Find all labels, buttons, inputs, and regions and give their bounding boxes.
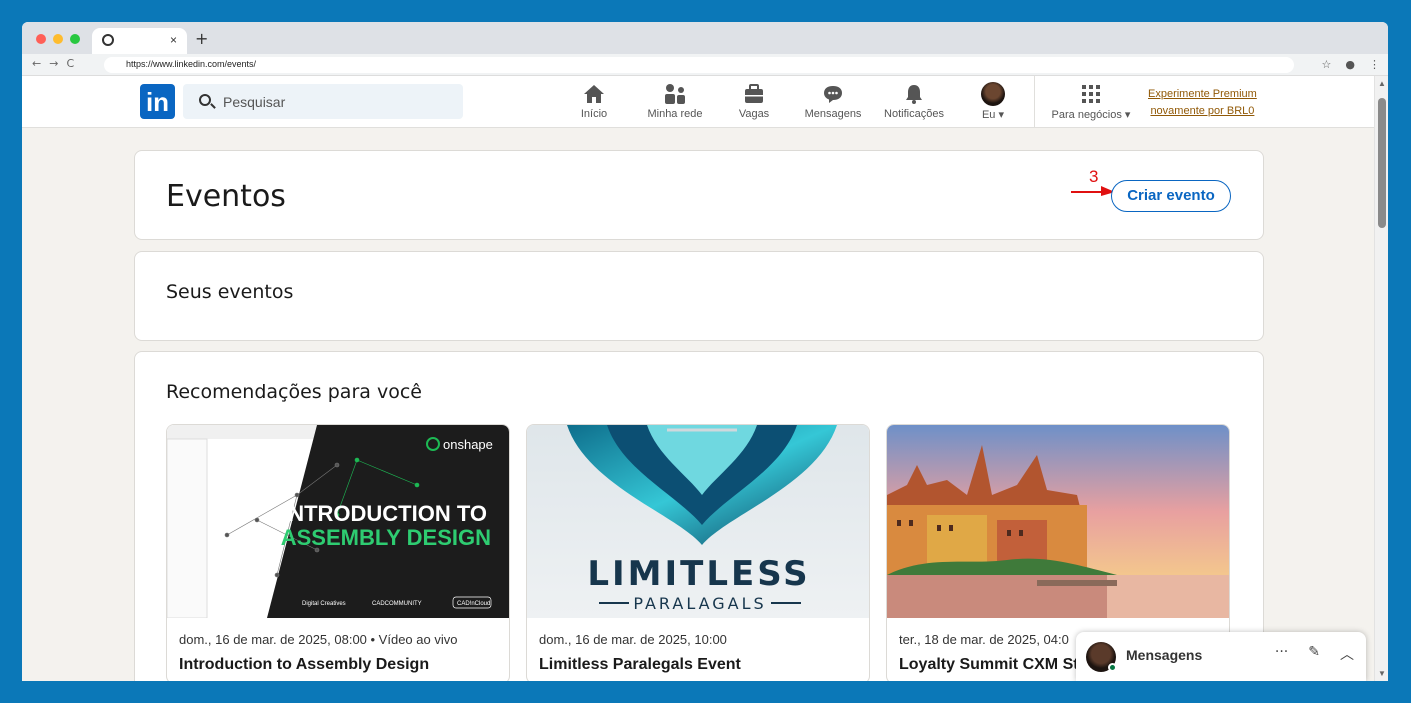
create-event-button[interactable]: Criar evento — [1111, 180, 1231, 212]
browser-actions: ☆ ● ⋮ — [1322, 58, 1380, 71]
briefcase-icon — [732, 82, 776, 106]
event-image-title-1: LIMITLESS — [587, 554, 810, 594]
scrollbar-thumb[interactable] — [1378, 98, 1386, 228]
scroll-up-icon[interactable]: ▲ — [1378, 79, 1386, 88]
grid-icon — [1044, 82, 1138, 106]
search-placeholder: Pesquisar — [223, 94, 286, 110]
scroll-down-icon[interactable]: ▼ — [1378, 669, 1386, 678]
forward-icon[interactable]: → — [49, 57, 66, 70]
bookmark-star-icon[interactable]: ☆ — [1322, 58, 1332, 71]
nav-divider — [1034, 76, 1035, 128]
close-window-button[interactable] — [36, 34, 46, 44]
reload-icon[interactable]: C — [66, 57, 82, 70]
page-content: in Pesquisar Início Minha rede Vagas Men… — [22, 76, 1374, 681]
page-title: Eventos — [166, 179, 286, 214]
event-date: dom., 16 de mar. de 2025, 10:00 — [539, 632, 727, 647]
more-options-icon[interactable]: ··· — [1275, 644, 1288, 664]
event-date: dom., 16 de mar. de 2025, 08:00 • Vídeo … — [179, 632, 458, 647]
nav-item-inicio[interactable]: Início — [570, 82, 618, 120]
maximize-window-button[interactable] — [70, 34, 80, 44]
event-name[interactable]: Limitless Paralegals Event — [539, 656, 741, 674]
event-date: ter., 18 de mar. de 2025, 04:0 — [899, 632, 1069, 647]
tab-favicon-icon — [102, 34, 114, 46]
caret-down-icon: ▾ — [1124, 109, 1131, 121]
annotation-arrow-icon — [1071, 186, 1115, 196]
your-events-card: Seus eventos — [134, 251, 1264, 341]
back-icon[interactable]: ← — [32, 57, 49, 70]
home-icon — [570, 82, 618, 106]
caret-down-icon: ▾ — [998, 109, 1005, 121]
browser-window: × + ←→C https://www.linkedin.com/events/… — [22, 22, 1388, 681]
event-image-title-2: ASSEMBLY DESIGN — [281, 525, 491, 550]
event-image-sponsor: Digital Creatives — [302, 601, 346, 607]
url-text: https://www.linkedin.com/events/ — [126, 59, 257, 69]
browser-tab[interactable]: × — [92, 28, 187, 54]
nav-item-minha-rede[interactable]: Minha rede — [640, 82, 710, 120]
event-image[interactable] — [887, 425, 1229, 618]
messaging-widget[interactable]: Mensagens ··· ✎ ︿ — [1076, 632, 1366, 681]
chevron-up-icon[interactable]: ︿ — [1340, 644, 1354, 664]
linkedin-navbar: in Pesquisar Início Minha rede Vagas Men… — [22, 76, 1374, 128]
compose-icon[interactable]: ✎ — [1308, 644, 1320, 664]
linkedin-logo[interactable]: in — [140, 84, 175, 119]
nav-item-mensagens[interactable]: Mensagens — [800, 82, 866, 120]
avatar — [981, 82, 1005, 106]
event-card[interactable]: onshape INTRODUCTION TO ASSEMBLY DESIGN … — [166, 424, 510, 681]
your-events-title: Seus eventos — [166, 281, 294, 303]
minimize-window-button[interactable] — [53, 34, 63, 44]
event-image[interactable]: onshape INTRODUCTION TO ASSEMBLY DESIGN … — [167, 425, 509, 618]
event-image[interactable]: LIMITLESS PARALAGALS — [527, 425, 869, 618]
premium-link[interactable]: Experimente Premium novamente por BRL0 — [1148, 86, 1257, 120]
event-name[interactable]: Introduction to Assembly Design — [179, 656, 429, 674]
window-controls — [36, 34, 80, 44]
recommendations-title: Recomendações para você — [166, 381, 422, 403]
nav-item-vagas[interactable]: Vagas — [732, 82, 776, 120]
event-image-title-1: INTRODUCTION TO — [282, 501, 487, 526]
messaging-title: Mensagens — [1126, 647, 1203, 663]
url-field[interactable]: https://www.linkedin.com/events/ — [104, 57, 1294, 73]
event-image-sponsor: CAD!nCloud — [457, 601, 490, 607]
online-status-icon — [1108, 663, 1117, 672]
bell-icon — [879, 82, 949, 106]
tab-close-icon[interactable]: × — [170, 33, 177, 47]
new-tab-button[interactable]: + — [195, 29, 208, 48]
events-header-card: Eventos 3 Criar evento — [134, 150, 1264, 240]
tab-strip: × + — [22, 22, 1388, 54]
address-bar: ←→C https://www.linkedin.com/events/ ☆ ●… — [22, 54, 1388, 76]
event-image-title-2: PARALAGALS — [633, 594, 766, 613]
browser-menu-icon[interactable]: ⋮ — [1369, 58, 1380, 71]
nav-item-para-negocios[interactable]: Para negócios ▾ — [1044, 82, 1138, 121]
messaging-actions: ··· ✎ ︿ — [1275, 644, 1354, 664]
scrollbar[interactable]: ▲ ▼ — [1374, 76, 1388, 681]
search-icon — [199, 94, 211, 106]
messaging-icon — [800, 82, 866, 106]
nav-item-eu[interactable]: Eu ▾ — [978, 82, 1008, 121]
annotation-step-number: 3 — [1089, 167, 1099, 186]
event-name[interactable]: Loyalty Summit CXM Sto — [899, 656, 1088, 674]
profile-icon[interactable]: ● — [1345, 58, 1355, 71]
nav-item-notificacoes[interactable]: Notificações — [879, 82, 949, 120]
network-icon — [640, 82, 710, 106]
search-input[interactable]: Pesquisar — [183, 84, 463, 119]
event-image-brand: onshape — [443, 437, 493, 452]
event-card[interactable]: LIMITLESS PARALAGALS dom., 16 de mar. de… — [526, 424, 870, 681]
nav-buttons: ←→C — [32, 57, 82, 70]
event-image-sponsor: CADCOMMUNITY — [372, 601, 422, 607]
